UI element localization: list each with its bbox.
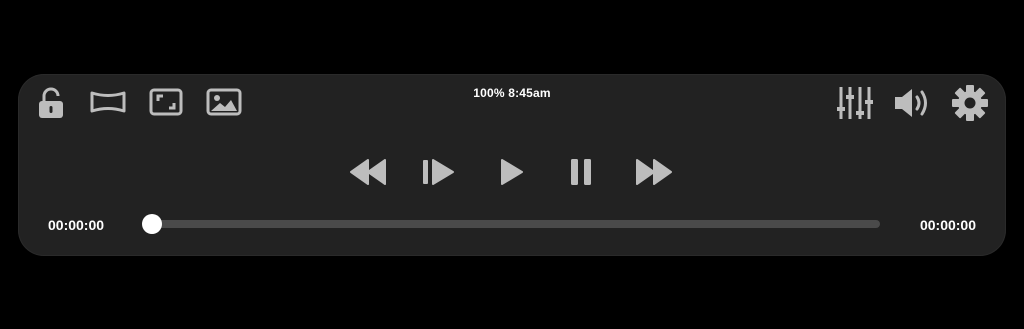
pause-button[interactable] [566,156,596,188]
settings-button[interactable] [950,84,990,122]
fullscreen-button[interactable] [148,86,184,118]
step-forward-button[interactable] [418,156,458,188]
volume-icon [895,89,927,117]
play-icon [501,159,523,185]
volume-button[interactable] [892,86,934,120]
seek-thumb[interactable] [142,214,162,234]
rewind-button[interactable] [346,156,390,188]
image-icon [206,88,242,116]
video-player-controls: 100% 8:45am 00:00:00 00:00:00 [18,74,1006,256]
lock-icon [39,87,63,118]
image-button[interactable] [205,86,243,118]
lock-button[interactable] [36,86,66,120]
aspect-ratio-icon [90,91,126,113]
aspect-ratio-button[interactable] [88,88,128,116]
fullscreen-icon [149,88,183,116]
equalizer-icon [837,87,873,119]
total-time: 00:00:00 [919,217,976,233]
rewind-icon [350,159,386,185]
fast-forward-icon [636,159,672,185]
equalizer-button[interactable] [835,84,875,122]
seek-bar[interactable] [142,214,880,234]
settings-gear-icon [952,85,988,121]
fast-forward-button[interactable] [632,156,676,188]
step-forward-icon [423,159,454,185]
play-button[interactable] [494,156,528,188]
elapsed-time: 00:00:00 [48,217,105,233]
pause-icon [571,159,591,185]
